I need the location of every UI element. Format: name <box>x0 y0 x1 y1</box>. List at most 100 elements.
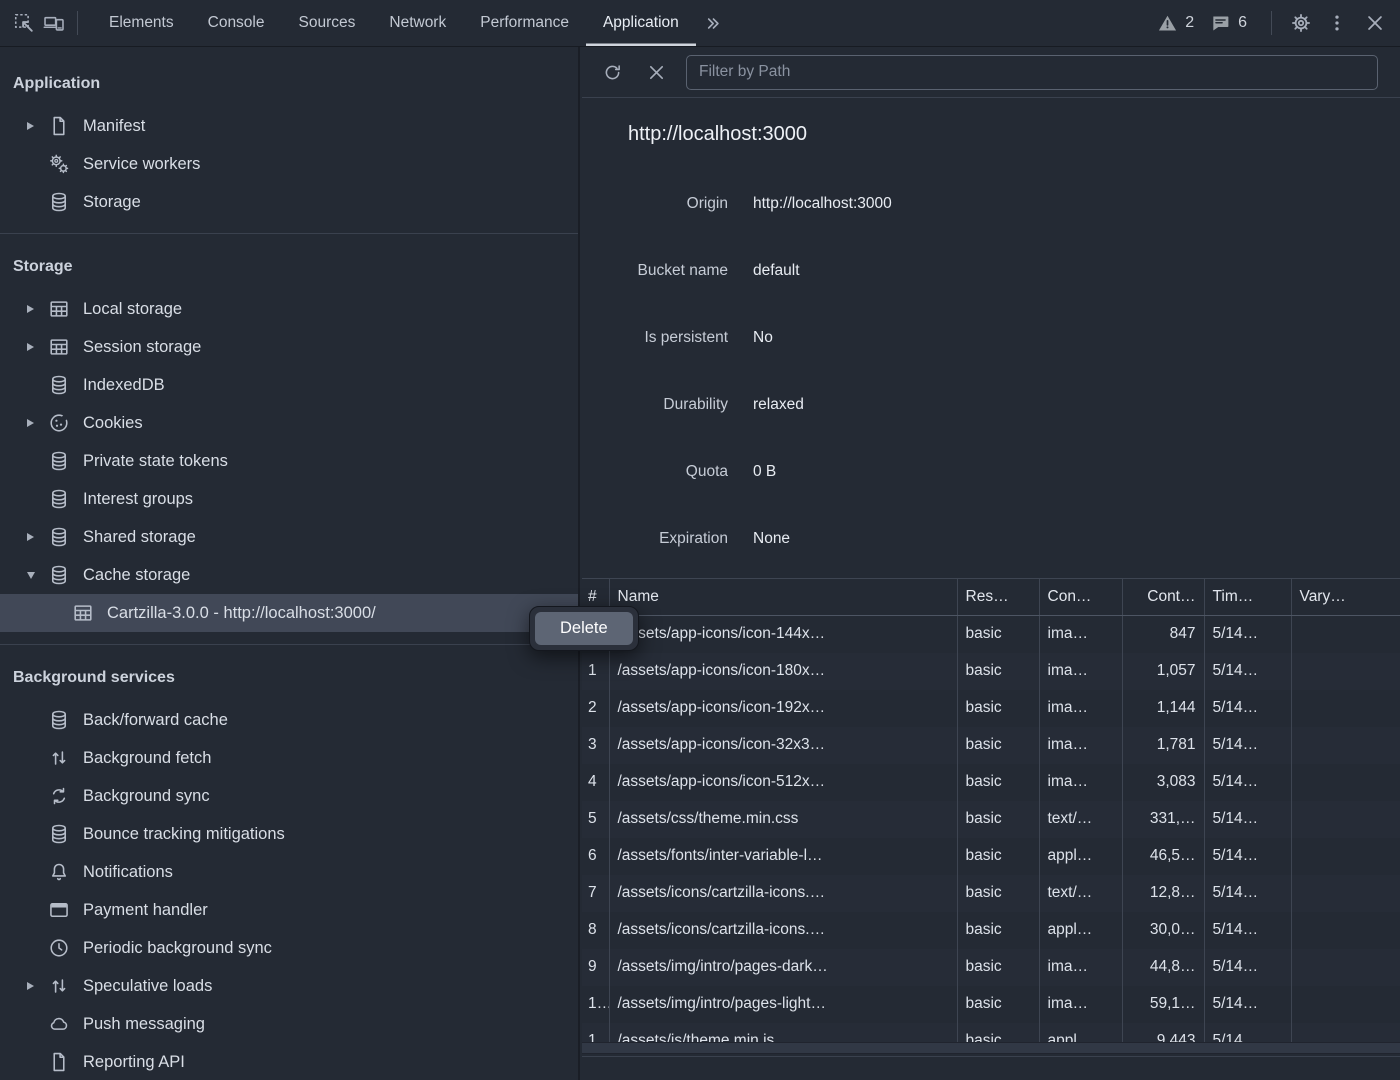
horizontal-scrollbar[interactable] <box>582 1042 1400 1054</box>
kebab-menu-icon[interactable] <box>1322 8 1352 38</box>
expander-none <box>27 929 48 967</box>
devtools-window: Elements Console Sources Network Perform… <box>0 0 1400 1080</box>
issues-counter[interactable]: 6 <box>1210 13 1247 34</box>
up-down-arrows-icon <box>48 747 70 769</box>
sidebar-item-cookies[interactable]: Cookies <box>0 404 578 442</box>
table-row[interactable]: 1/assets/app-icons/icon-180x…basicima…1,… <box>582 653 1400 690</box>
inspect-element-icon[interactable] <box>9 8 39 38</box>
col-header-name[interactable]: Name <box>609 579 957 616</box>
sidebar-item-shared-storage[interactable]: Shared storage <box>0 518 578 556</box>
meta-row-bucket-name: Bucket name default <box>582 237 1400 304</box>
sidebar-item-cache-cartzilla[interactable]: Cartzilla-3.0.0 - http://localhost:3000/ <box>0 594 578 632</box>
warning-count: 2 <box>1185 14 1194 32</box>
cache-content: http://localhost:3000 Origin http://loca… <box>582 98 1400 1042</box>
sidebar-item-private-state-tokens[interactable]: Private state tokens <box>0 442 578 480</box>
tab-network[interactable]: Network <box>372 0 463 46</box>
cookie-icon <box>48 412 70 434</box>
devtools-tabbar: Elements Console Sources Network Perform… <box>0 0 1400 47</box>
document-icon <box>48 115 70 137</box>
settings-gear-icon[interactable] <box>1286 8 1316 38</box>
section-divider <box>0 644 578 645</box>
expander-collapsed[interactable] <box>27 328 48 366</box>
sidebar-item-bounce-tracking-mitigations[interactable]: Bounce tracking mitigations <box>0 815 578 853</box>
toolbar-separator <box>1271 11 1272 35</box>
meta-row-origin: Origin http://localhost:3000 <box>582 170 1400 237</box>
tab-sources[interactable]: Sources <box>282 0 373 46</box>
sidebar-item-service-workers[interactable]: Service workers <box>0 145 578 183</box>
expander-none <box>27 480 48 518</box>
warnings-counter[interactable]: 2 <box>1157 13 1194 34</box>
table-row[interactable]: 3/assets/app-icons/icon-32x3…basicima…1,… <box>582 727 1400 764</box>
col-header-content-type[interactable]: Con… <box>1039 579 1122 616</box>
database-icon <box>48 191 70 213</box>
context-menu-item-delete[interactable]: Delete <box>535 612 633 645</box>
expander-collapsed[interactable] <box>27 107 48 145</box>
database-icon <box>48 450 70 472</box>
bell-icon <box>48 861 70 883</box>
table-row[interactable]: 1…/assets/img/intro/pages-light…basicima… <box>582 986 1400 1023</box>
sidebar-item-notifications[interactable]: Notifications <box>0 853 578 891</box>
sidebar-item-push-messaging[interactable]: Push messaging <box>0 1005 578 1043</box>
sidebar-item-periodic-background-sync[interactable]: Periodic background sync <box>0 929 578 967</box>
preview-pane <box>582 1056 1400 1080</box>
expander-collapsed[interactable] <box>27 967 48 1005</box>
payment-card-icon <box>48 899 70 921</box>
sidebar-item-cache-storage[interactable]: Cache storage <box>0 556 578 594</box>
clear-icon[interactable] <box>642 58 670 86</box>
sidebar-item-payment-handler[interactable]: Payment handler <box>0 891 578 929</box>
table-icon <box>48 336 70 358</box>
table-row[interactable]: 6/assets/fonts/inter-variable-l…basicapp… <box>582 838 1400 875</box>
sidebar-item-storage[interactable]: Storage <box>0 183 578 221</box>
more-tabs-icon[interactable] <box>698 8 728 38</box>
table-row[interactable]: 9/assets/img/intro/pages-dark…basicima…4… <box>582 949 1400 986</box>
table-row[interactable]: 8/assets/icons/cartzilla-icons.…basicapp… <box>582 912 1400 949</box>
sidebar-item-speculative-loads[interactable]: Speculative loads <box>0 967 578 1005</box>
tab-console[interactable]: Console <box>191 0 282 46</box>
tab-performance[interactable]: Performance <box>463 0 586 46</box>
database-icon <box>48 488 70 510</box>
refresh-icon[interactable] <box>598 58 626 86</box>
sidebar-item-manifest[interactable]: Manifest <box>0 107 578 145</box>
expander-none <box>27 1005 48 1043</box>
context-menu: Delete <box>529 606 639 651</box>
sidebar-item-indexeddb[interactable]: IndexedDB <box>0 366 578 404</box>
sidebar-item-local-storage[interactable]: Local storage <box>0 290 578 328</box>
sidebar-item-session-storage[interactable]: Session storage <box>0 328 578 366</box>
expander-none <box>27 183 48 221</box>
sidebar-item-interest-groups[interactable]: Interest groups <box>0 480 578 518</box>
col-header-content-length[interactable]: Cont… <box>1122 579 1204 616</box>
col-header-time-cached[interactable]: Tim… <box>1204 579 1291 616</box>
sidebar-item-back-forward-cache[interactable]: Back/forward cache <box>0 701 578 739</box>
filter-by-path-input[interactable] <box>686 55 1378 90</box>
cloud-icon <box>48 1013 70 1035</box>
expander-none <box>27 366 48 404</box>
cache-storage-panel: http://localhost:3000 Origin http://loca… <box>582 47 1400 1080</box>
sidebar-item-background-fetch[interactable]: Background fetch <box>0 739 578 777</box>
cache-toolbar <box>582 47 1400 98</box>
expander-none <box>27 1043 48 1080</box>
col-header-response-type[interactable]: Res… <box>957 579 1039 616</box>
table-row[interactable]: 5/assets/css/theme.min.cssbasictext/…331… <box>582 801 1400 838</box>
table-row[interactable]: 4/assets/app-icons/icon-512x…basicima…3,… <box>582 764 1400 801</box>
expander-collapsed[interactable] <box>27 518 48 556</box>
expander-expanded[interactable] <box>27 556 48 594</box>
table-row[interactable]: 0/assets/app-icons/icon-144x…basicima…84… <box>582 616 1400 653</box>
meta-row-is-persistent: Is persistent No <box>582 304 1400 371</box>
expander-none <box>27 815 48 853</box>
tab-application[interactable]: Application <box>586 0 696 46</box>
expander-collapsed[interactable] <box>27 404 48 442</box>
close-icon[interactable] <box>1360 8 1390 38</box>
database-icon <box>48 709 70 731</box>
expander-collapsed[interactable] <box>27 290 48 328</box>
table-row[interactable]: 2/assets/app-icons/icon-192x…basicima…1,… <box>582 690 1400 727</box>
sidebar-item-background-sync[interactable]: Background sync <box>0 777 578 815</box>
device-toolbar-icon[interactable] <box>39 8 69 38</box>
table-row[interactable]: 7/assets/icons/cartzilla-icons.…basictex… <box>582 875 1400 912</box>
col-header-vary[interactable]: Vary… <box>1291 579 1400 616</box>
tab-elements[interactable]: Elements <box>92 0 191 46</box>
sidebar-item-reporting-api[interactable]: Reporting API <box>0 1043 578 1080</box>
toolbar-separator <box>77 11 78 35</box>
table-icon <box>48 298 70 320</box>
table-row[interactable]: 11/assets/js/theme.min.jsbasicappl…9,443… <box>582 1023 1400 1043</box>
document-icon <box>48 1051 70 1073</box>
